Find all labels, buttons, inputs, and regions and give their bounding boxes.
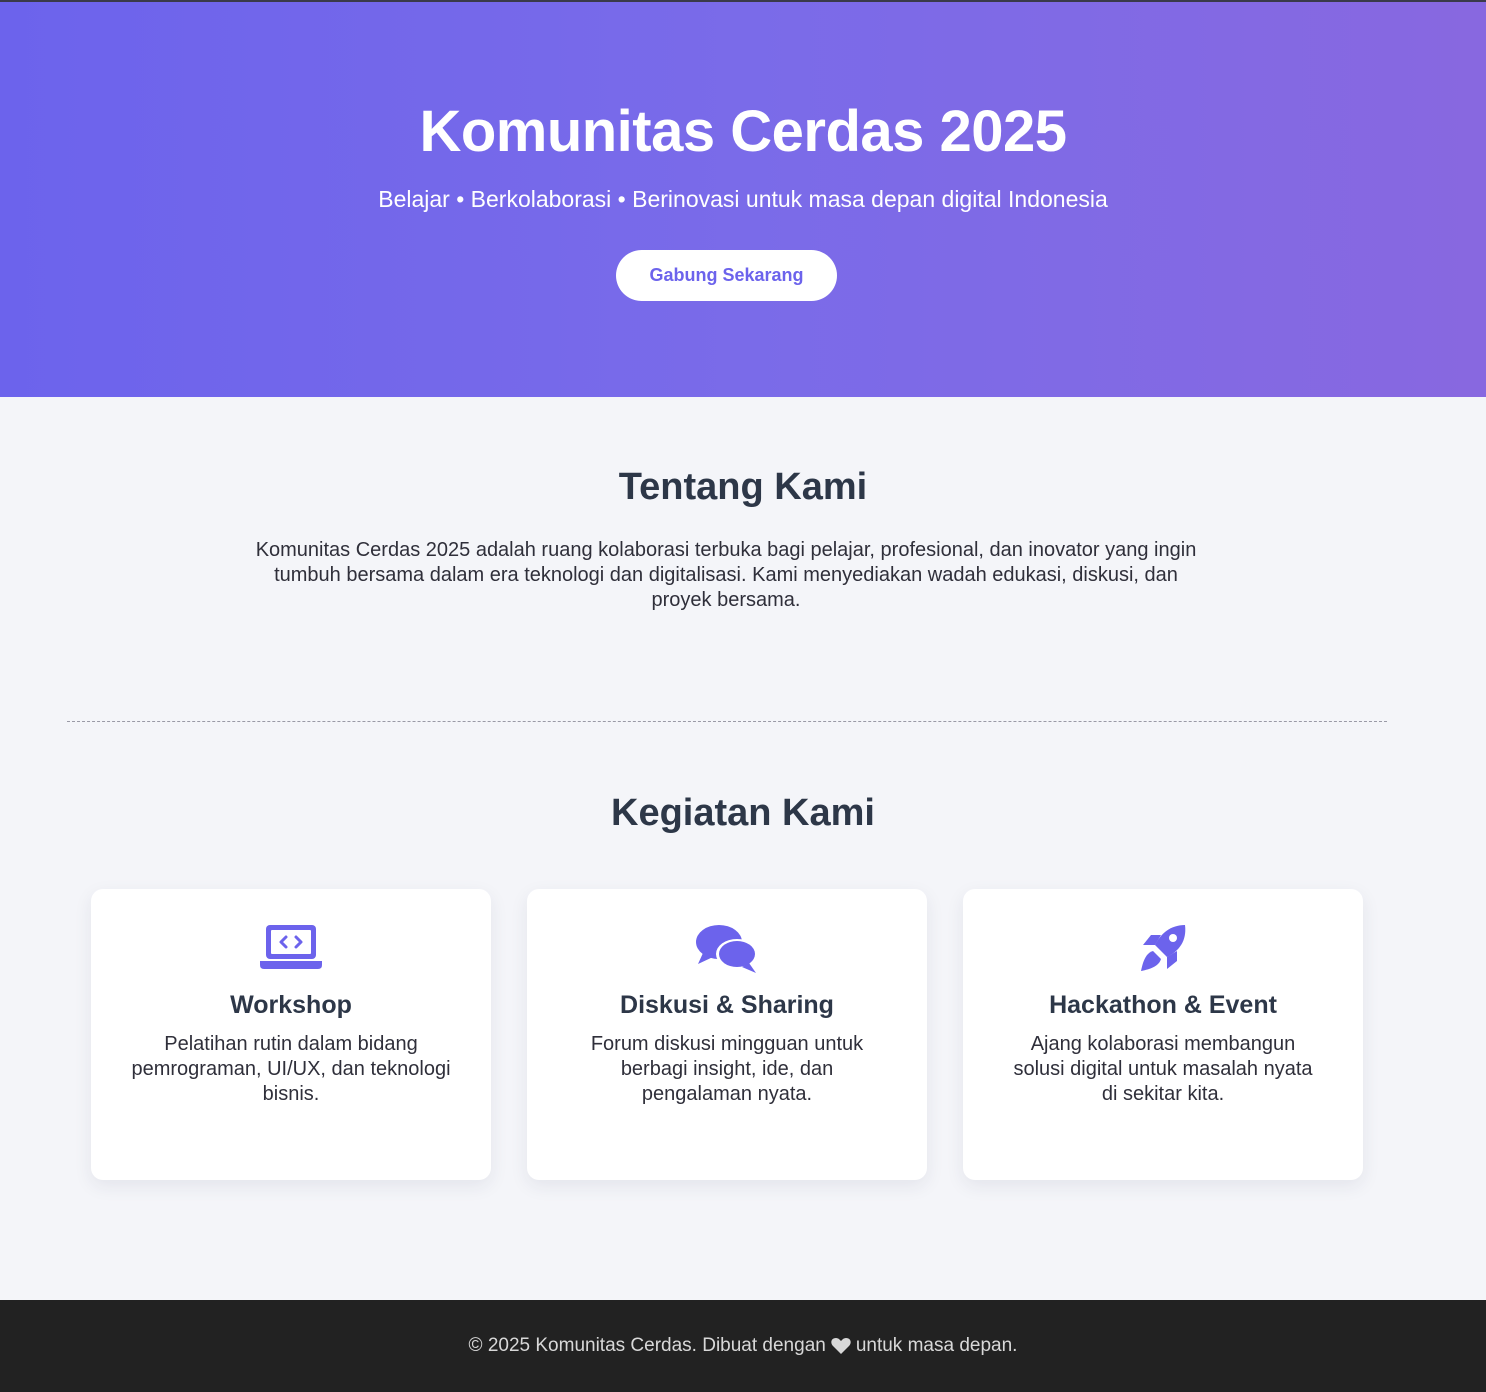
heart-icon: [831, 1337, 851, 1355]
activity-description: Ajang kolaborasi membangun solusi digita…: [1013, 1033, 1313, 1105]
comments-icon: [527, 923, 927, 975]
footer-text-before: © 2025 Komunitas Cerdas. Dibuat dengan: [468, 1335, 826, 1356]
footer-text-after: untuk masa depan.: [855, 1335, 1018, 1356]
activity-card-hackathon: Hackathon & Event Ajang kolaborasi memba…: [963, 889, 1363, 1180]
laptop-code-icon: [91, 923, 491, 975]
about-description: Komunitas Cerdas 2025 adalah ruang kolab…: [255, 539, 1197, 611]
hero-title: Komunitas Cerdas 2025: [419, 99, 1067, 164]
about-title: Tentang Kami: [618, 466, 868, 508]
activity-card-workshop: Workshop Pelatihan rutin dalam bidang pe…: [91, 889, 491, 1180]
footer: © 2025 Komunitas Cerdas. Dibuat dengan u…: [0, 1300, 1486, 1392]
activity-title: Workshop: [230, 991, 352, 1019]
activity-description: Forum diskusi mingguan untuk berbagi ins…: [590, 1033, 864, 1105]
activity-card-discussion: Diskusi & Sharing Forum diskusi mingguan…: [527, 889, 927, 1180]
hero-tagline: Belajar • Berkolaborasi • Berinovasi unt…: [378, 186, 1108, 212]
activities-title: Kegiatan Kami: [611, 792, 875, 834]
activity-title: Diskusi & Sharing: [620, 991, 834, 1019]
activity-title: Hackathon & Event: [1049, 991, 1277, 1019]
join-now-button[interactable]: Gabung Sekarang: [616, 250, 837, 301]
section-divider: [67, 721, 1387, 722]
activity-description: Pelatihan rutin dalam bidang pemrograman…: [131, 1033, 451, 1105]
rocket-icon: [963, 923, 1363, 975]
hero-section: Komunitas Cerdas 2025 Belajar • Berkolab…: [0, 2, 1486, 397]
